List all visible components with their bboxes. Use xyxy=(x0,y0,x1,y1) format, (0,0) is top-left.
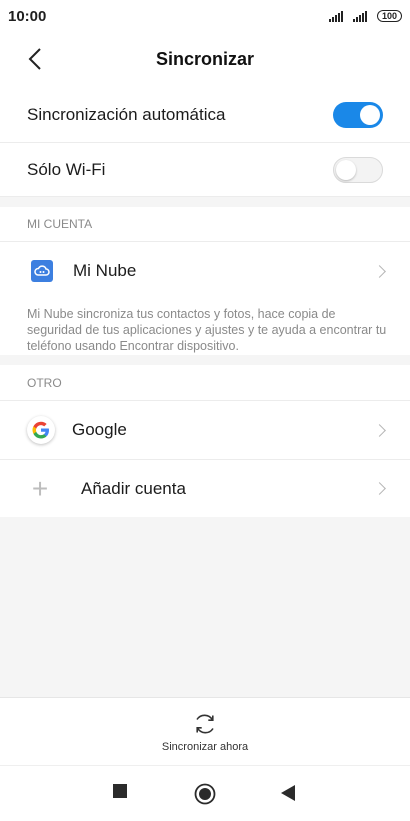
sync-now-label: Sincronizar ahora xyxy=(161,740,249,753)
home-circle-icon xyxy=(194,783,216,805)
battery-icon: 100 xyxy=(376,10,402,22)
wifi-only-label: Sólo Wi-Fi xyxy=(27,159,106,179)
status-icons: 100 xyxy=(328,10,402,22)
page-title: Sincronizar xyxy=(155,48,255,69)
list-item-label: Google xyxy=(72,420,127,439)
plus-icon: + xyxy=(31,472,49,504)
section-header-other: OTRO xyxy=(0,365,410,401)
section-title: OTRO xyxy=(27,375,62,390)
mi-nube-description: Mi Nube sincroniza tus contactos y fotos… xyxy=(27,307,387,353)
recents-button[interactable] xyxy=(113,784,127,803)
wifi-only-toggle[interactable] xyxy=(333,156,383,183)
sync-now-button[interactable]: Sincronizar ahora xyxy=(0,697,410,766)
status-time: 10:00 xyxy=(8,7,47,25)
section-divider xyxy=(0,355,410,365)
list-item-mi-nube[interactable]: Mi Nube xyxy=(0,242,410,300)
triangle-back-icon xyxy=(281,785,295,801)
back-nav-button[interactable] xyxy=(281,785,295,806)
list-item-add-account[interactable]: + Añadir cuenta xyxy=(0,460,410,517)
empty-area xyxy=(0,517,410,697)
square-icon xyxy=(113,784,127,798)
auto-sync-toggle[interactable] xyxy=(333,102,383,128)
signal-icon xyxy=(352,10,367,22)
section-header-my-account: MI CUENTA xyxy=(0,207,410,242)
auto-sync-row[interactable]: Sincronización automática xyxy=(0,88,410,143)
header: Sincronizar xyxy=(0,32,410,86)
list-item-label: Mi Nube xyxy=(73,261,137,280)
status-bar: 10:00 100 xyxy=(0,0,410,32)
back-button[interactable] xyxy=(20,44,50,74)
chevron-right-icon xyxy=(373,423,386,437)
home-button[interactable] xyxy=(194,783,216,810)
auto-sync-label: Sincronización automática xyxy=(27,105,226,124)
list-item-google[interactable]: Google xyxy=(0,401,410,460)
signal-icon xyxy=(328,10,343,22)
wifi-only-row[interactable]: Sólo Wi-Fi xyxy=(0,143,410,197)
list-item-label: Añadir cuenta xyxy=(81,478,186,498)
chevron-right-icon xyxy=(373,264,386,278)
cloud-icon xyxy=(31,260,53,282)
google-icon xyxy=(27,416,55,444)
chevron-right-icon xyxy=(373,482,386,495)
sync-icon xyxy=(196,714,214,733)
navigation-bar xyxy=(0,765,410,821)
section-title: MI CUENTA xyxy=(27,217,93,231)
section-divider xyxy=(0,197,410,207)
chevron-left-icon xyxy=(28,48,41,70)
